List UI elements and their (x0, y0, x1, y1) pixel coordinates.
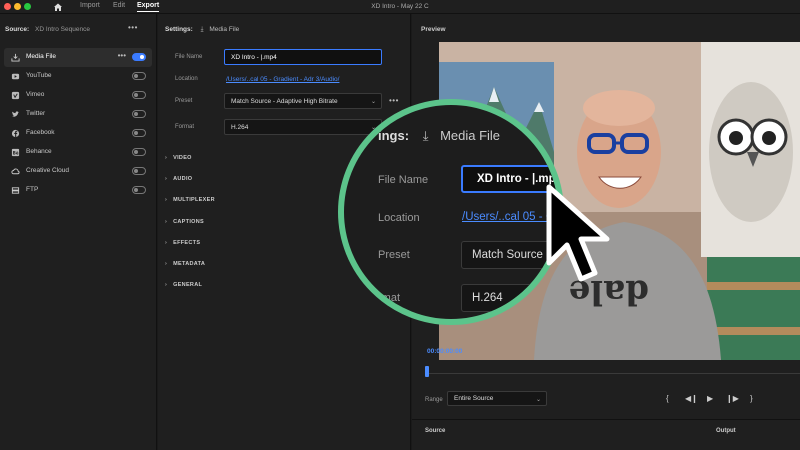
chevron-right-icon: › (165, 240, 168, 246)
twitter-icon (11, 111, 20, 117)
destination-twitter[interactable]: Twitter (4, 105, 152, 124)
location-link[interactable]: /Users/..cal 05 - Gradient - Adr 3/Audio… (226, 76, 339, 83)
destination-behance[interactable]: Bē Behance (4, 143, 152, 162)
destination-label: Media File (26, 53, 56, 60)
magnified-preset-label: Preset (378, 249, 410, 261)
section-multiplexer[interactable]: › MULTIPLEXER (165, 197, 215, 203)
chevron-right-icon: › (165, 176, 168, 182)
destination-more-icon[interactable]: ••• (118, 51, 126, 60)
destination-toggle[interactable] (132, 110, 146, 118)
section-metadata[interactable]: › METADATA (165, 261, 205, 267)
chevron-down-icon: ⌄ (370, 99, 376, 105)
facebook-icon (11, 129, 20, 138)
chevron-right-icon: › (165, 197, 168, 203)
preset-value: Match Source - Adaptive High Bitrate (231, 98, 338, 105)
timeline-track[interactable] (427, 373, 800, 374)
source-row: Source: XD Intro Sequence (5, 26, 90, 33)
chevron-right-icon: › (165, 155, 168, 161)
destination-vimeo[interactable]: Vimeo (4, 86, 152, 105)
destination-label: Vimeo (26, 91, 45, 98)
destination-label: YouTube (26, 72, 52, 79)
destination-toggle[interactable] (132, 167, 146, 175)
destination-toggle[interactable] (132, 129, 146, 137)
destination-toggle[interactable] (132, 53, 146, 61)
destination-toggle[interactable] (132, 148, 146, 156)
magnified-file-name-label: File Name (378, 174, 429, 186)
step-forward-icon[interactable]: ❙▶ (726, 394, 739, 403)
source-more-icon[interactable]: ••• (128, 23, 138, 32)
file-name-input[interactable]: XD Intro - |.mp4 (224, 49, 382, 65)
title-bar: Import Edit Export XD Intro - May 22 C (0, 0, 800, 14)
magnified-format-label: rmat (378, 292, 400, 304)
chevron-down-icon: ⌄ (535, 397, 541, 403)
destination-label: Behance (26, 148, 52, 155)
source-value: XD Intro Sequence (35, 26, 90, 33)
destination-creative-cloud[interactable]: Creative Cloud (4, 162, 152, 181)
settings-header: Settings: ⤓ Media File (165, 26, 239, 34)
mouse-pointer-icon (546, 184, 610, 282)
timecode: 00:00:00:00 (427, 348, 463, 355)
svg-text:Bē: Bē (13, 150, 19, 155)
behance-icon: Bē (11, 148, 20, 157)
location-label: Location (175, 76, 198, 82)
destination-label: FTP (26, 186, 39, 193)
section-general[interactable]: › GENERAL (165, 282, 202, 288)
destination-youtube[interactable]: YouTube (4, 67, 152, 86)
ftp-icon (11, 187, 20, 194)
output-summary-label: Output (716, 428, 736, 434)
range-label: Range (425, 397, 443, 403)
step-back-icon[interactable]: ◀❙ (685, 394, 698, 403)
preset-more-icon[interactable]: ••• (389, 96, 399, 105)
destination-facebook[interactable]: Facebook (4, 124, 152, 143)
download-icon (11, 53, 20, 62)
youtube-icon (11, 73, 20, 80)
format-value: H.264 (231, 124, 249, 131)
section-effects[interactable]: › EFFECTS (165, 240, 200, 246)
creative-cloud-icon (11, 168, 20, 175)
preview-label: Preview (421, 26, 446, 33)
section-audio[interactable]: › AUDIO (165, 176, 192, 182)
download-icon: ⤓ (200, 26, 204, 33)
divider (412, 419, 800, 420)
destination-ftp[interactable]: FTP (4, 181, 152, 200)
magnifier-overlay: ings: ⤓ Media File File Name XD Intro - … (338, 99, 564, 325)
source-label: Source: (5, 26, 30, 33)
magnified-settings-header: ings: ⤓ Media File (378, 128, 501, 143)
section-captions[interactable]: › CAPTIONS (165, 219, 204, 225)
play-icon[interactable]: ▶ (707, 394, 713, 403)
destination-toggle[interactable] (132, 91, 146, 99)
mark-out-icon[interactable]: } (750, 394, 753, 403)
format-label: Format (175, 124, 195, 130)
settings-destination: Media File (209, 26, 240, 33)
source-summary-label: Source (425, 428, 446, 434)
playhead-handle[interactable] (425, 366, 429, 377)
destination-label: Facebook (26, 129, 55, 136)
vimeo-icon (11, 91, 20, 100)
destination-label: Twitter (26, 110, 46, 117)
range-select[interactable]: Entire Source ⌄ (447, 391, 547, 406)
destinations-panel: Source: XD Intro Sequence ••• Media File… (0, 14, 157, 450)
download-icon: ⤓ (422, 128, 429, 143)
destination-media-file[interactable]: Media File ••• (4, 48, 152, 67)
preset-label: Preset (175, 98, 193, 104)
mark-in-icon[interactable]: { (666, 394, 669, 403)
destination-list: Media File ••• YouTube Vimeo Twitter Fac… (4, 48, 152, 200)
destination-toggle[interactable] (132, 186, 146, 194)
chevron-right-icon: › (165, 282, 168, 288)
magnified-location-label: Location (378, 212, 420, 224)
chevron-right-icon: › (165, 261, 168, 267)
chevron-right-icon: › (165, 219, 168, 225)
file-name-label: File Name (175, 54, 203, 60)
destination-toggle[interactable] (132, 72, 146, 80)
section-video[interactable]: › VIDEO (165, 155, 192, 161)
range-value: Entire Source (454, 395, 494, 402)
document-title: XD Intro - May 22 C (371, 3, 429, 10)
destination-label: Creative Cloud (26, 167, 69, 174)
settings-label: Settings: (165, 26, 193, 33)
